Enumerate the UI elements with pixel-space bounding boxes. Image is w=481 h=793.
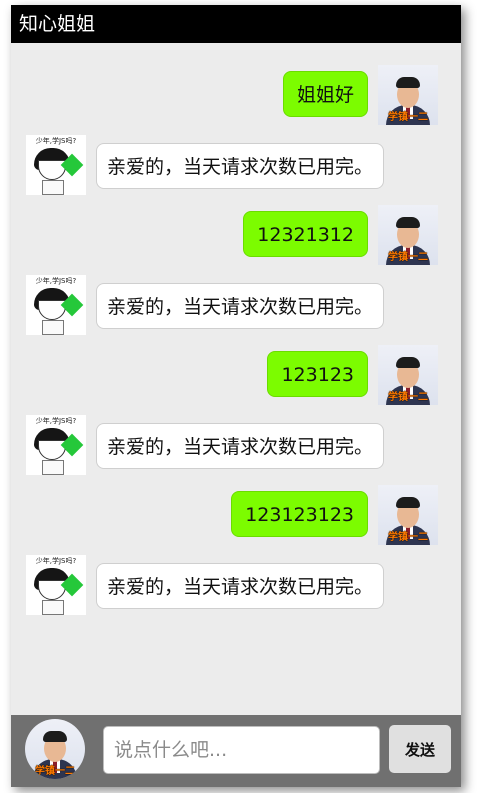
bot-avatar: 少年,学JS吗?	[26, 415, 86, 475]
message-list[interactable]: 姐姐好 学镇一二 少年,学JS吗? 亲爱的，当天请求次数已用完。 1232131…	[11, 43, 461, 715]
user-avatar: 学镇一二	[378, 65, 438, 125]
app-title: 知心姐姐	[19, 13, 96, 35]
bot-avatar: 少年,学JS吗?	[26, 135, 86, 195]
user-avatar: 学镇一二	[378, 345, 438, 405]
bot-avatar: 少年,学JS吗?	[26, 275, 86, 335]
message-row-user: 姐姐好 学镇一二	[11, 65, 461, 127]
my-avatar: 学镇一二	[25, 719, 85, 779]
composer-bar: 学镇一二 发送	[11, 715, 461, 787]
bot-avatar-caption: 少年,学JS吗?	[35, 417, 77, 425]
bot-avatar-caption: 少年,学JS吗?	[35, 557, 77, 565]
bot-message-bubble: 亲爱的，当天请求次数已用完。	[96, 283, 385, 329]
message-row-bot: 少年,学JS吗? 亲爱的，当天请求次数已用完。	[11, 555, 461, 617]
my-avatar-caption: 学镇一二	[35, 766, 75, 777]
chat-app: 知心姐姐 姐姐好 学镇一二 少年,学JS吗? 亲爱的，当天请求次数已用完。 12…	[11, 5, 461, 787]
message-row-user: 123123 学镇一二	[11, 345, 461, 407]
user-avatar-caption: 学镇一二	[388, 112, 428, 123]
bot-avatar-caption: 少年,学JS吗?	[35, 277, 77, 285]
user-avatar-caption: 学镇一二	[388, 532, 428, 543]
bot-message-bubble: 亲爱的，当天请求次数已用完。	[96, 423, 385, 469]
user-avatar: 学镇一二	[378, 485, 438, 545]
bot-message-bubble: 亲爱的，当天请求次数已用完。	[96, 143, 385, 189]
message-input[interactable]	[103, 726, 380, 774]
user-message-bubble: 12321312	[243, 211, 368, 257]
app-header: 知心姐姐	[11, 5, 461, 43]
user-avatar: 学镇一二	[378, 205, 438, 265]
bot-avatar: 少年,学JS吗?	[26, 555, 86, 615]
message-row-user: 12321312 学镇一二	[11, 205, 461, 267]
user-message-bubble: 姐姐好	[282, 71, 368, 117]
message-row-bot: 少年,学JS吗? 亲爱的，当天请求次数已用完。	[11, 135, 461, 197]
user-message-bubble: 123123	[267, 351, 368, 397]
send-button[interactable]: 发送	[389, 725, 451, 773]
user-avatar-caption: 学镇一二	[388, 252, 428, 263]
message-row-bot: 少年,学JS吗? 亲爱的，当天请求次数已用完。	[11, 275, 461, 337]
message-row-bot: 少年,学JS吗? 亲爱的，当天请求次数已用完。	[11, 415, 461, 477]
message-row-user: 123123123 学镇一二	[11, 485, 461, 547]
user-avatar-caption: 学镇一二	[388, 392, 428, 403]
bot-message-bubble: 亲爱的，当天请求次数已用完。	[96, 563, 385, 609]
bot-avatar-caption: 少年,学JS吗?	[35, 137, 77, 145]
user-message-bubble: 123123123	[231, 491, 368, 537]
